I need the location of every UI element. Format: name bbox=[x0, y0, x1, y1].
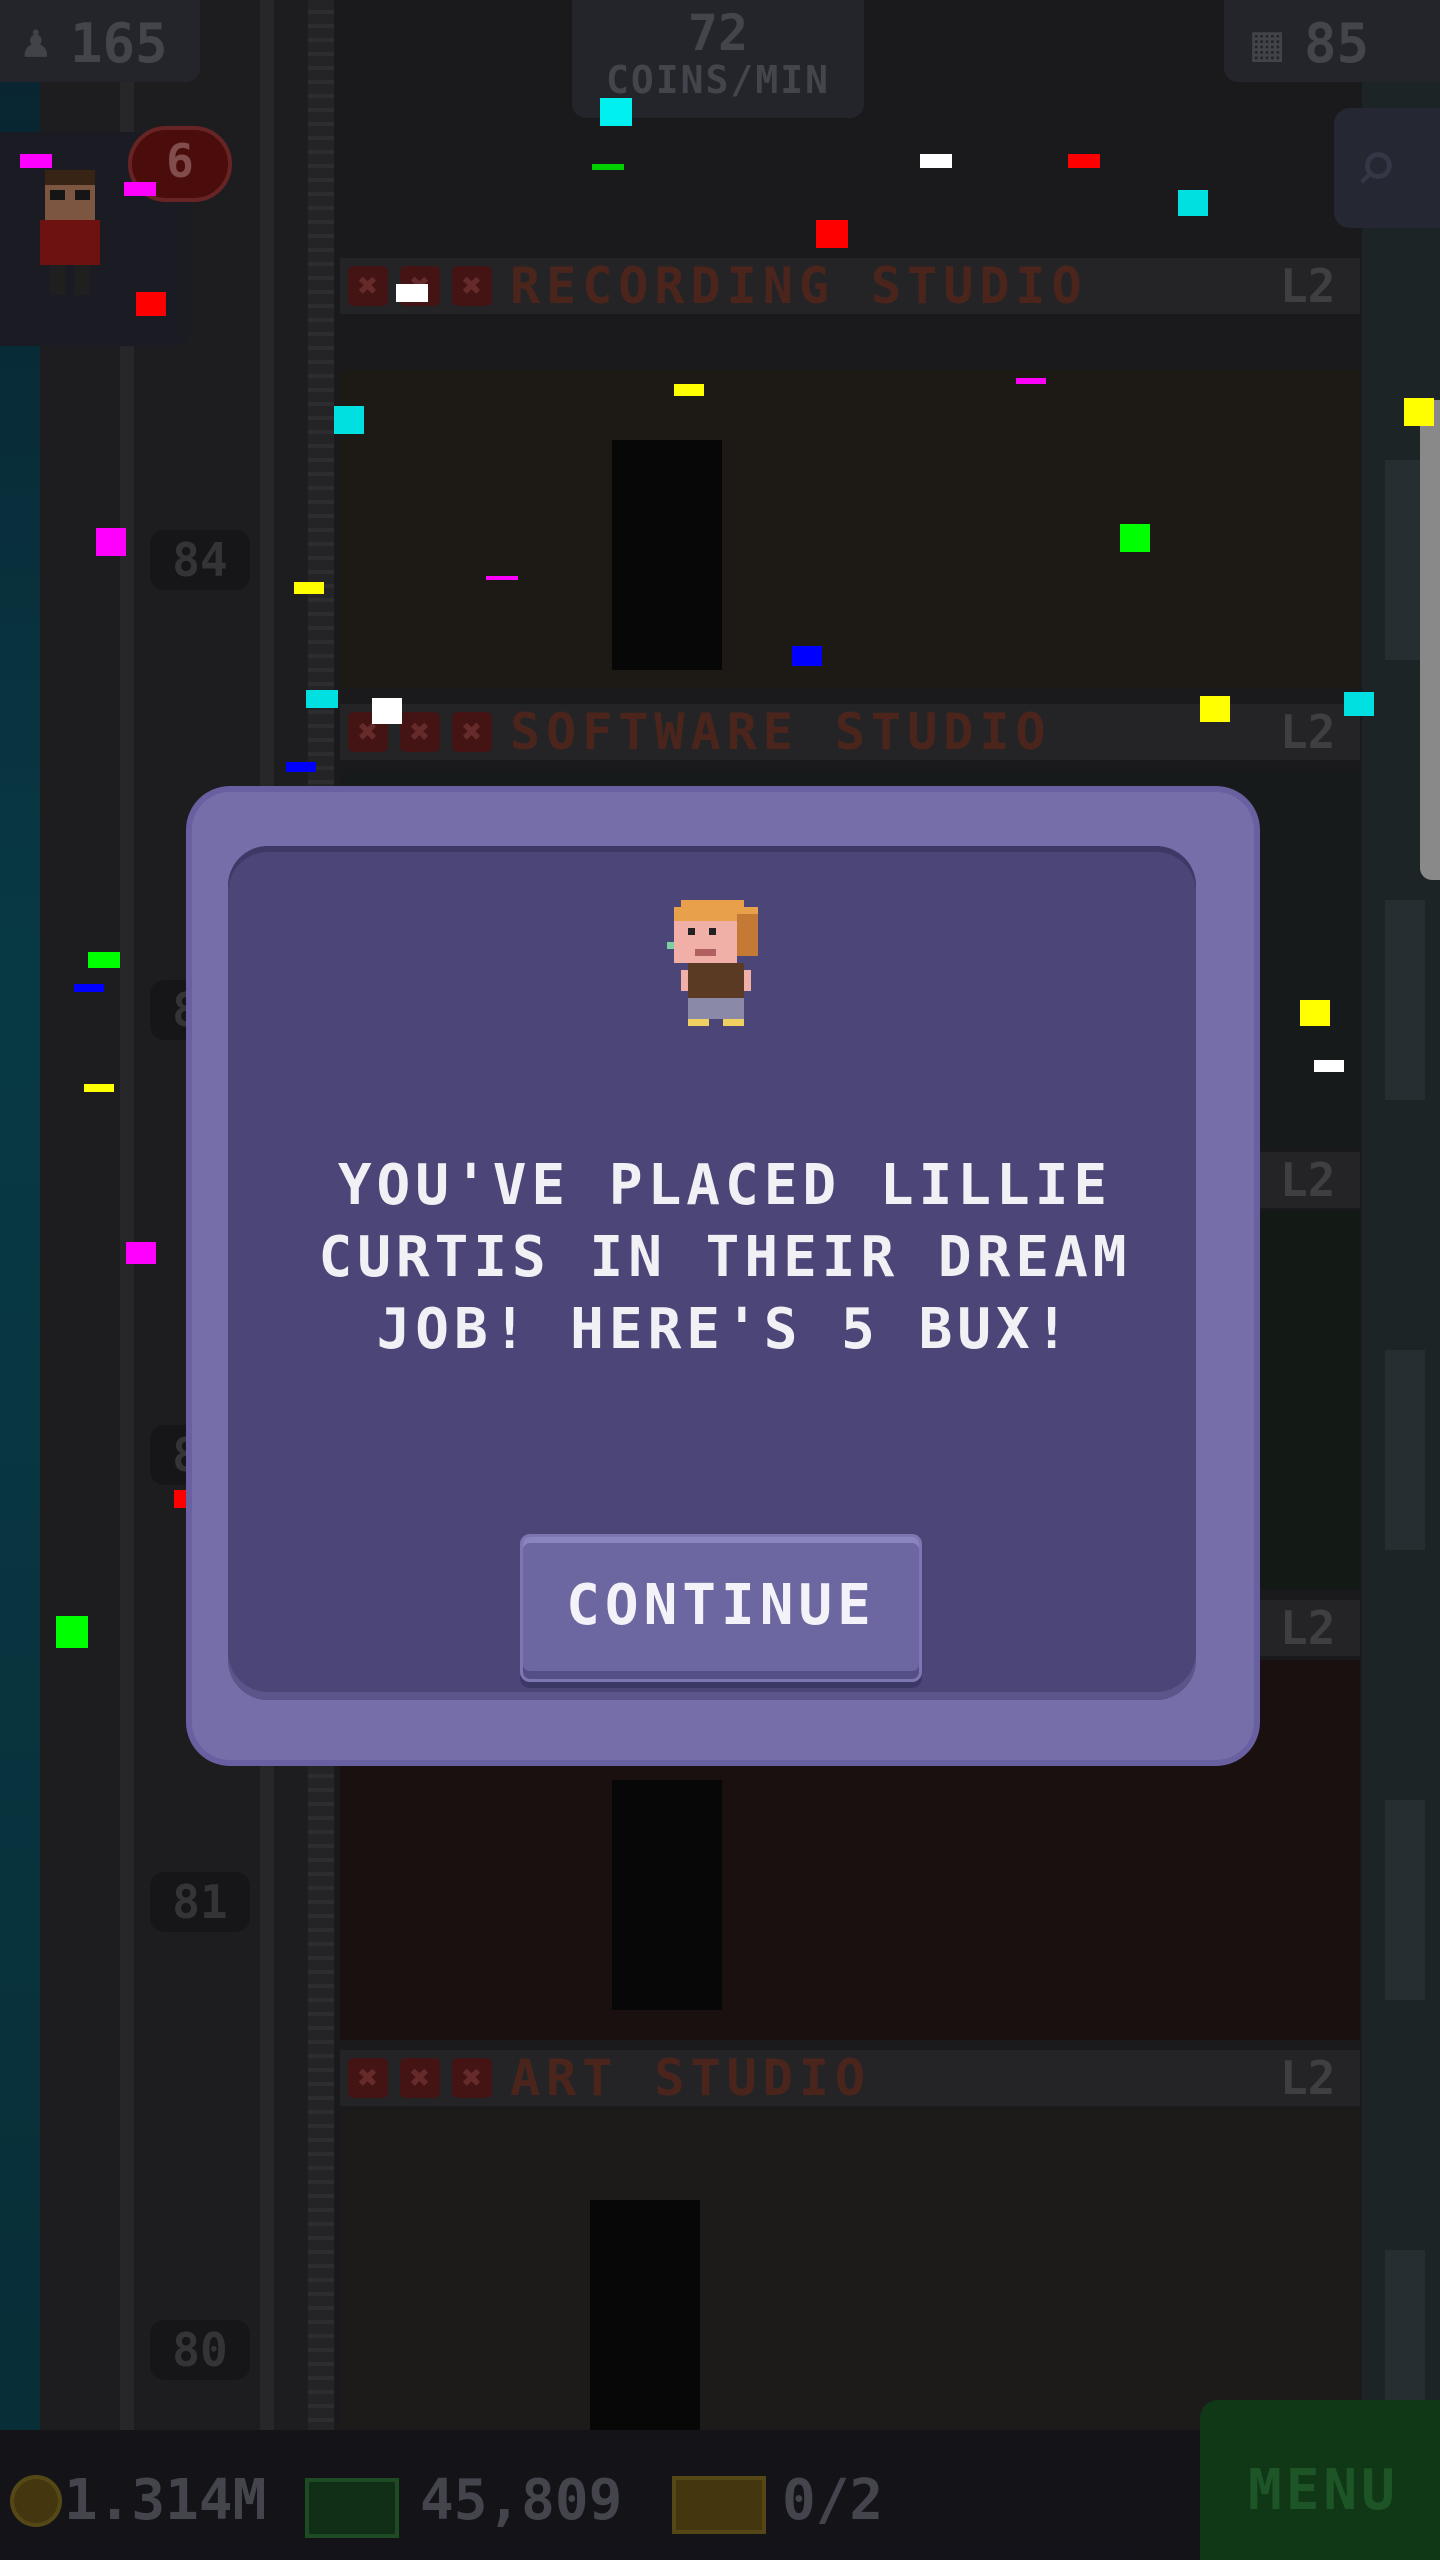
continue-button[interactable]: CONTINUE bbox=[520, 1534, 922, 1682]
continue-button-label: CONTINUE bbox=[566, 1573, 876, 1638]
reward-message: YOU'VE PLACED LILLIE CURTIS IN THEIR DRE… bbox=[318, 1153, 1132, 1362]
resident-avatar bbox=[667, 900, 758, 1026]
